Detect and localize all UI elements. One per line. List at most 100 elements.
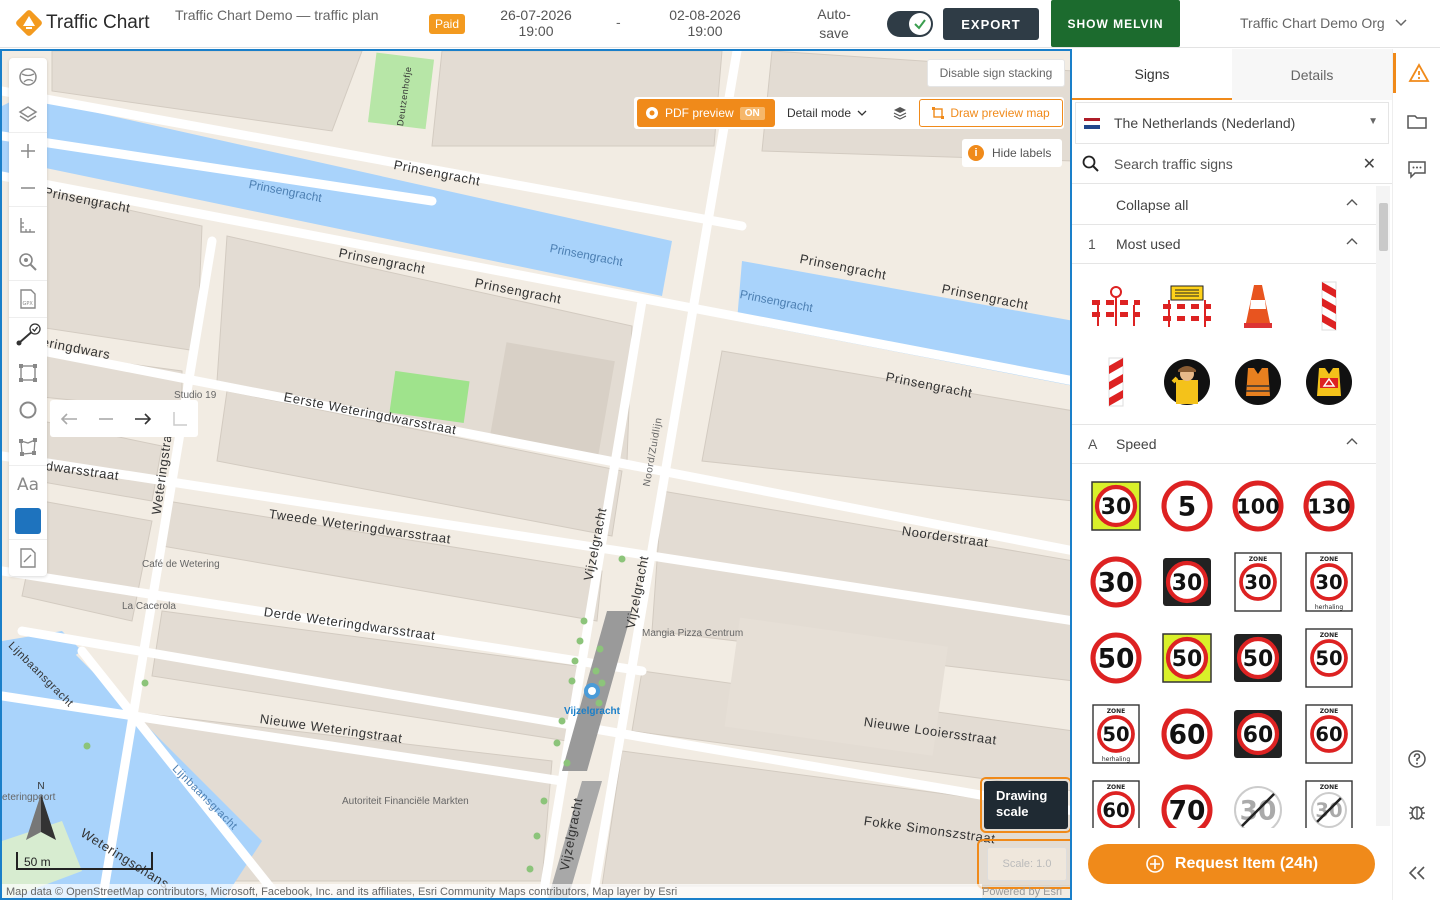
speed-limit-sign[interactable]: 50 xyxy=(1222,626,1293,690)
arrow-left-icon[interactable] xyxy=(59,412,79,426)
scrollbar-thumb[interactable] xyxy=(1379,203,1388,251)
speed-limit-sign[interactable]: ZONE30 xyxy=(1293,778,1364,828)
detail-mode-dropdown[interactable]: Detail mode xyxy=(787,106,867,120)
collapse-all-row[interactable]: Collapse all xyxy=(1072,186,1376,225)
speed-limit-sign[interactable]: ZONE30 xyxy=(1222,550,1293,614)
caret-down-icon: ▼ xyxy=(1368,116,1378,127)
paid-badge: Paid xyxy=(429,14,466,34)
plan-title[interactable]: Traffic Chart Demo — traffic plan xyxy=(175,7,405,23)
gpx-file-icon[interactable]: GPX xyxy=(9,280,47,317)
stack-layers-icon[interactable] xyxy=(893,106,907,120)
speed-limit-sign[interactable]: 50 xyxy=(1151,626,1222,690)
speed-sign-graphic: 70 xyxy=(1160,784,1213,828)
speed-limit-sign[interactable]: 60 xyxy=(1151,702,1222,766)
speed-limit-sign[interactable]: ZONE 30 herhaling xyxy=(1293,550,1364,614)
speed-limit-sign[interactable]: 100 xyxy=(1222,474,1293,538)
start-date[interactable]: 26-07-2026 19:00 xyxy=(491,7,581,39)
speed-sign-graphic: ZONE 30 herhaling xyxy=(1304,552,1353,612)
traffic-controller-icon[interactable] xyxy=(1151,350,1222,414)
speed-limit-sign[interactable]: 30 xyxy=(1151,550,1222,614)
barrier-post-sign[interactable] xyxy=(1293,274,1364,338)
svg-text:100: 100 xyxy=(1236,494,1279,518)
chat-icon[interactable] xyxy=(1393,149,1440,189)
draw-polygon-icon[interactable] xyxy=(9,428,47,465)
section-speed[interactable]: A Speed xyxy=(1072,425,1376,464)
text-tool-icon[interactable]: Aa xyxy=(9,465,47,502)
hide-labels-button[interactable]: i Hide labels xyxy=(962,139,1062,167)
speed-limit-sign[interactable]: 5 xyxy=(1151,474,1222,538)
map-toolbar-top: PDF preview ON Detail mode Draw preview … xyxy=(634,97,1064,129)
section-label: Most used xyxy=(1116,236,1181,252)
speed-limit-sign[interactable]: 30 xyxy=(1222,778,1293,828)
speed-limit-sign[interactable]: ZONE 60 xyxy=(1293,702,1364,766)
north-arrow: N xyxy=(24,781,58,845)
autosave-toggle[interactable] xyxy=(887,11,933,37)
draw-circle-icon[interactable] xyxy=(9,391,47,428)
zoom-search-icon[interactable] xyxy=(9,243,47,280)
close-icon[interactable]: ✕ xyxy=(1363,154,1376,174)
speed-limit-sign[interactable]: 70 xyxy=(1151,778,1222,828)
drawing-scale-button[interactable]: Drawing scale xyxy=(980,777,1070,833)
panel-scrollbar[interactable] xyxy=(1376,186,1390,826)
road-closed-barrier-sign[interactable] xyxy=(1151,274,1222,338)
speed-limit-sign[interactable]: 50 xyxy=(1080,626,1151,690)
help-icon[interactable] xyxy=(1393,739,1440,779)
zoom-out-icon[interactable] xyxy=(9,169,47,206)
speed-sign-graphic: ZONE 60 xyxy=(1304,704,1353,764)
tab-details[interactable]: Details xyxy=(1232,49,1392,100)
ruler-icon[interactable] xyxy=(171,410,189,428)
speed-limit-sign[interactable]: ZONE 50 xyxy=(1293,626,1364,690)
show-melvin-button[interactable]: SHOW MELVIN xyxy=(1051,0,1180,47)
draw-rectangle-icon[interactable] xyxy=(9,354,47,391)
zoom-in-icon[interactable] xyxy=(9,132,47,169)
minus-icon[interactable] xyxy=(97,412,115,426)
svg-text:60: 60 xyxy=(1242,723,1272,748)
warning-vest-icon[interactable] xyxy=(1293,350,1364,414)
speed-sign-graphic: 100 xyxy=(1231,480,1284,532)
speed-limit-sign[interactable]: 30 xyxy=(1080,474,1151,538)
search-input[interactable]: Search traffic signs xyxy=(1114,156,1233,172)
color-picker[interactable] xyxy=(9,502,47,539)
poi-label: Mangia Pizza Centrum xyxy=(642,628,744,639)
country-select[interactable]: The Netherlands (Nederland) ▼ xyxy=(1075,102,1389,144)
folder-icon[interactable] xyxy=(1393,101,1440,141)
svg-text:60: 60 xyxy=(1102,799,1129,822)
draw-preview-map-button[interactable]: Draw preview map xyxy=(919,99,1064,127)
warning-icon[interactable] xyxy=(1393,53,1440,93)
speed-sign-graphic: 130 xyxy=(1302,480,1355,532)
sign-search[interactable]: Search traffic signs ✕ xyxy=(1072,144,1392,184)
traffic-cone-sign[interactable] xyxy=(1222,274,1293,338)
scale-control[interactable]: Scale: 1.0 xyxy=(977,839,1070,889)
speed-limit-sign[interactable]: 60 xyxy=(1222,702,1293,766)
svg-text:50: 50 xyxy=(1097,644,1134,675)
collapse-panel-icon[interactable] xyxy=(1393,853,1440,893)
app-logo[interactable]: Traffic Chart xyxy=(14,8,149,38)
disable-sign-stacking-button[interactable]: Disable sign stacking xyxy=(927,59,1065,87)
speed-limit-sign[interactable]: ZONE60herhaling xyxy=(1080,778,1151,828)
speed-limit-sign[interactable]: 30 xyxy=(1080,550,1151,614)
draw-line-icon[interactable] xyxy=(9,317,47,354)
svg-text:ZONE: ZONE xyxy=(1319,556,1338,563)
end-date[interactable]: 02-08-2026 19:00 xyxy=(660,7,750,39)
export-button[interactable]: EXPORT xyxy=(943,8,1039,40)
globe-icon[interactable] xyxy=(9,58,47,95)
info-icon: i xyxy=(968,145,984,161)
barrier-lamp-sign[interactable] xyxy=(1080,274,1151,338)
barrier-post-sign[interactable] xyxy=(1080,350,1151,414)
measure-icon[interactable] xyxy=(9,206,47,243)
speed-limit-sign[interactable]: ZONE 50 herhaling xyxy=(1080,702,1151,766)
org-selector[interactable]: Traffic Chart Demo Org xyxy=(1240,15,1407,31)
map-canvas[interactable]: Prinsengracht Prinsengracht Prinsengrach… xyxy=(0,49,1072,900)
speed-limit-sign[interactable]: 130 xyxy=(1293,474,1364,538)
layers-icon[interactable] xyxy=(9,95,47,132)
document-edit-icon[interactable] xyxy=(9,539,47,576)
tab-signs[interactable]: Signs xyxy=(1072,49,1232,100)
safety-vest-icon[interactable] xyxy=(1222,350,1293,414)
speed-sign-graphic: 50 xyxy=(1089,632,1142,684)
bug-icon[interactable] xyxy=(1393,792,1440,832)
pdf-preview-toggle[interactable]: PDF preview ON xyxy=(637,99,775,127)
section-index: 1 xyxy=(1088,236,1096,252)
request-item-button[interactable]: Request Item (24h) xyxy=(1088,844,1375,884)
arrow-right-icon[interactable] xyxy=(133,412,153,426)
section-most-used[interactable]: 1 Most used xyxy=(1072,225,1376,264)
